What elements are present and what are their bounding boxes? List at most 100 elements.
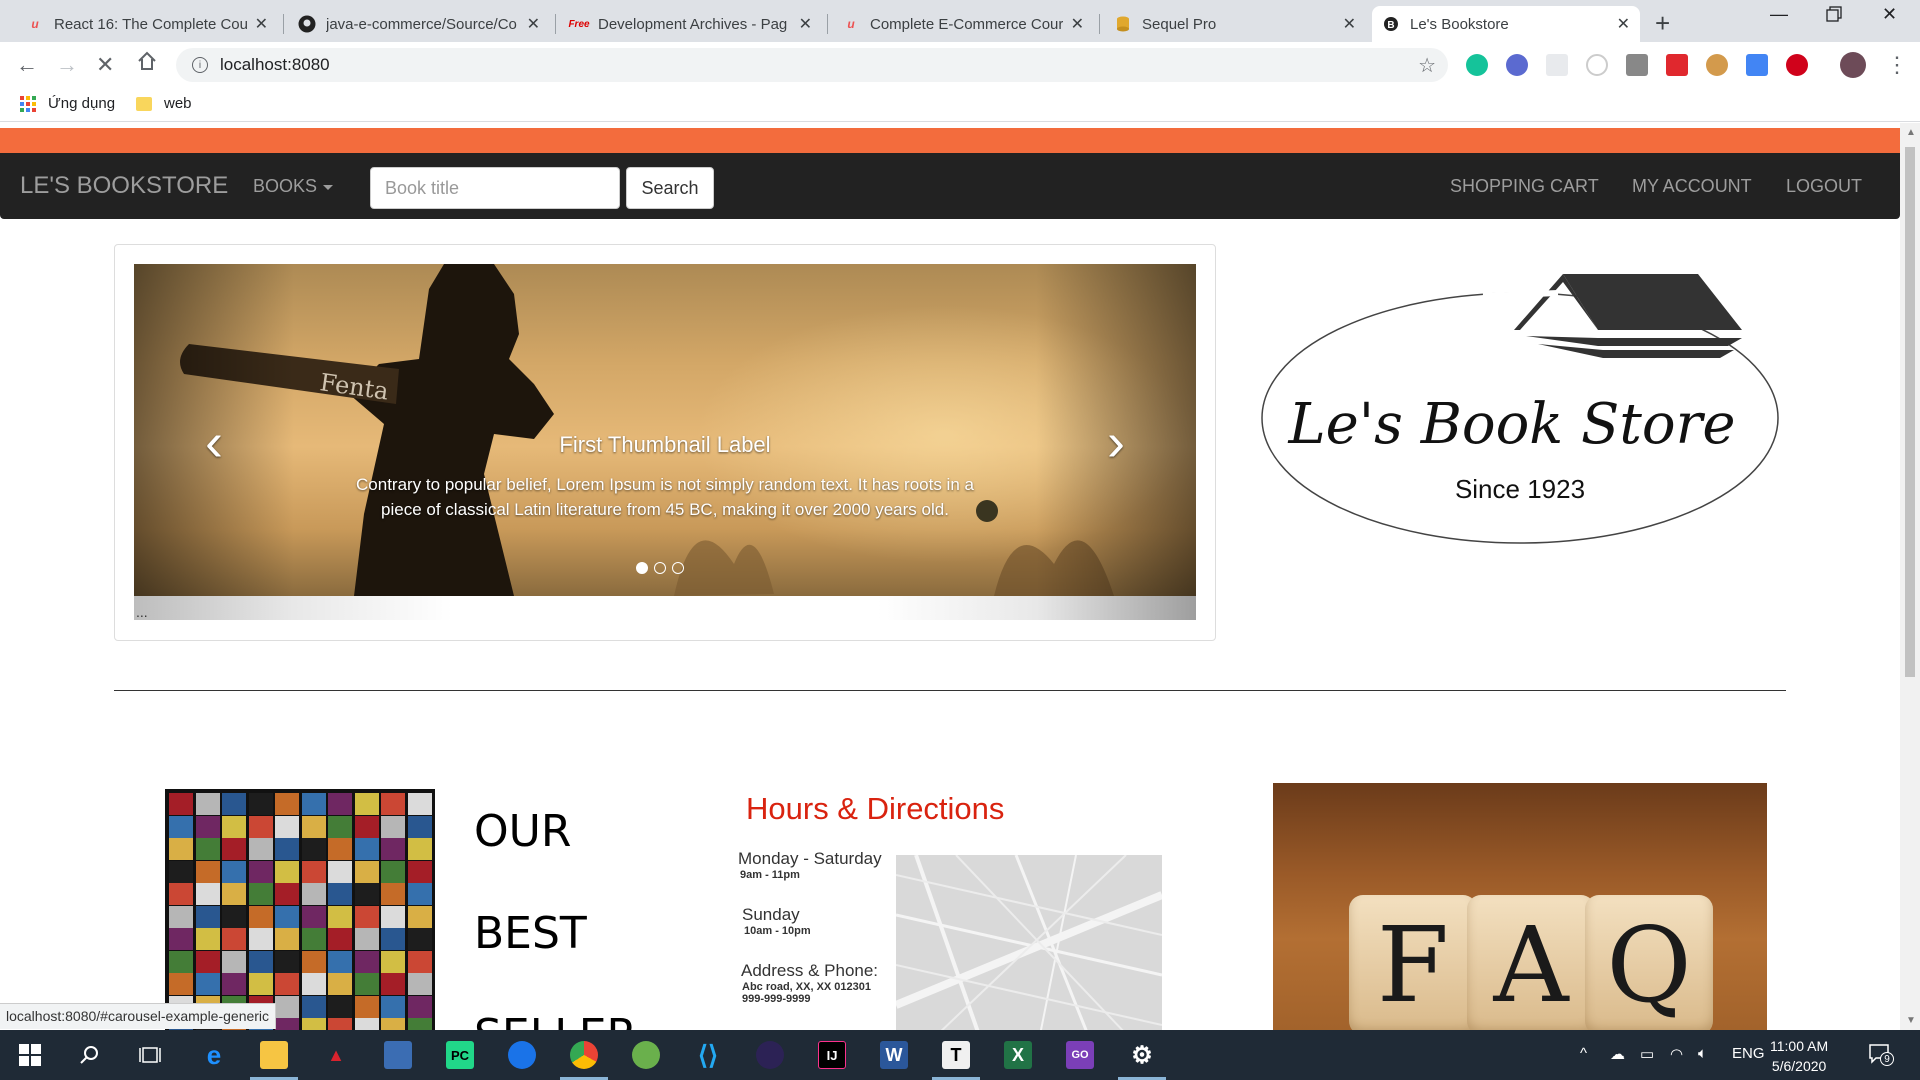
faq-image[interactable]: F A Q	[1273, 783, 1767, 1030]
notifications-icon[interactable]: 9	[1868, 1042, 1894, 1070]
carousel-prev-control[interactable]: ‹	[134, 264, 294, 620]
onedrive-cloud-icon[interactable]: ☁	[1610, 1045, 1625, 1063]
forward-icon[interactable]: →	[56, 52, 78, 78]
store-location-map[interactable]	[896, 855, 1162, 1030]
book-title-search-input[interactable]	[370, 167, 620, 209]
menu-kebab-icon[interactable]: ⋮	[1886, 52, 1908, 78]
back-icon[interactable]: ←	[16, 52, 38, 78]
green-app-icon[interactable]	[632, 1041, 660, 1069]
windows-start-icon[interactable]	[16, 1041, 44, 1069]
browser-tab-bar: u React 16: The Complete Cour ✕ java-e-c…	[0, 0, 1920, 42]
edge-icon[interactable]: e	[200, 1040, 228, 1070]
scrollbar-thumb[interactable]	[1905, 147, 1915, 677]
books-dropdown[interactable]: BOOKS	[253, 176, 334, 197]
new-tab-icon[interactable]: +	[1655, 8, 1670, 39]
intellij-icon[interactable]: IJ	[818, 1041, 846, 1069]
minimize-icon[interactable]: —	[1770, 4, 1788, 25]
extension-check-icon[interactable]	[1506, 54, 1528, 76]
restore-icon[interactable]	[1826, 6, 1842, 27]
book-cover-tile	[328, 815, 352, 838]
excel-icon[interactable]: X	[1004, 1041, 1032, 1069]
carousel-indicator[interactable]	[672, 562, 684, 574]
task-view-icon[interactable]	[136, 1041, 164, 1069]
stop-loading-icon[interactable]: ✕	[96, 52, 114, 78]
wifi-icon[interactable]: ◠	[1670, 1045, 1683, 1063]
tray-chevron-up-icon[interactable]: ^	[1580, 1045, 1587, 1062]
hours-directions-title: Hours & Directions	[746, 791, 1005, 826]
extension-blank-icon[interactable]	[1546, 54, 1568, 76]
book-cover-tile	[275, 973, 299, 995]
book-cover-tile	[248, 860, 273, 883]
extension-timer-icon[interactable]	[1586, 54, 1608, 76]
book-cover-tile	[328, 883, 352, 905]
bookmark-label: web	[164, 95, 192, 112]
pycharm-icon[interactable]: PC	[446, 1041, 474, 1069]
my-account-link[interactable]: MY ACCOUNT	[1632, 176, 1752, 197]
carousel-indicator[interactable]	[654, 562, 666, 574]
books-label: BOOKS	[253, 176, 318, 196]
search-icon[interactable]	[76, 1041, 104, 1069]
book-cover-tile	[222, 838, 246, 860]
tab-development[interactable]: Free Development Archives - Pag ✕	[560, 6, 822, 42]
close-window-icon[interactable]: ✕	[1882, 4, 1897, 25]
bookmark-apps[interactable]: Ứng dụng	[20, 95, 115, 112]
close-tab-icon[interactable]: ✕	[799, 14, 812, 34]
book-cover-tile	[195, 950, 220, 973]
close-tab-icon[interactable]: ✕	[1343, 14, 1356, 34]
close-tab-icon[interactable]: ✕	[255, 14, 268, 34]
bookmark-web[interactable]: web	[136, 95, 192, 112]
grammarly-icon[interactable]	[1466, 54, 1488, 76]
scroll-up-icon[interactable]: ▲	[1906, 127, 1916, 138]
carousel-next-control[interactable]: ›	[1036, 264, 1196, 620]
close-tab-icon[interactable]: ✕	[1071, 14, 1084, 34]
close-tab-icon[interactable]: ✕	[527, 14, 540, 34]
book-cover-tile	[222, 928, 246, 950]
sequel-icon	[1114, 15, 1132, 33]
eclipse-icon[interactable]	[756, 1041, 784, 1069]
page-scrollbar[interactable]: ▲ ▼	[1900, 123, 1920, 1030]
maps-pin-icon[interactable]	[508, 1041, 536, 1069]
brand-link[interactable]: LE'S BOOKSTORE	[20, 172, 228, 200]
adblock-icon[interactable]	[1786, 54, 1808, 76]
bookmark-star-icon[interactable]: ☆	[1418, 53, 1436, 78]
book-cover-tile	[248, 883, 273, 905]
typora-icon[interactable]: T	[942, 1041, 970, 1069]
mysql-workbench-icon[interactable]	[384, 1041, 412, 1069]
car-app-icon[interactable]: ▲	[322, 1041, 350, 1069]
book-cover-tile	[195, 973, 220, 995]
file-explorer-icon[interactable]	[260, 1041, 288, 1069]
tab-ecommerce[interactable]: u Complete E-Commerce Cour ✕	[832, 6, 1094, 42]
volume-icon[interactable]: 🔈︎	[1698, 1045, 1707, 1062]
carousel-indicator[interactable]	[636, 562, 648, 574]
search-button[interactable]: Search	[626, 167, 714, 209]
home-icon[interactable]	[136, 50, 158, 78]
book-cover-tile	[354, 838, 379, 860]
tab-github[interactable]: java-e-commerce/Source/Co ✕	[288, 6, 550, 42]
word-icon[interactable]: W	[880, 1041, 908, 1069]
settings-gear-icon[interactable]: ⚙	[1128, 1041, 1156, 1069]
tab-separator	[555, 14, 556, 34]
book-cover-tile	[222, 905, 246, 928]
shopping-cart-link[interactable]: SHOPPING CART	[1450, 176, 1599, 197]
logout-link[interactable]: LOGOUT	[1786, 176, 1862, 197]
address-url: localhost:8080	[220, 55, 330, 74]
address-bar[interactable]: i localhost:8080 ☆	[176, 48, 1448, 82]
extension-pin-icon[interactable]	[1666, 54, 1688, 76]
extension-gray-icon[interactable]	[1626, 54, 1648, 76]
cookie-icon[interactable]	[1706, 54, 1728, 76]
goland-icon[interactable]: GO	[1066, 1041, 1094, 1069]
taskbar-clock[interactable]: 11:00 AM 5/6/2020	[1770, 1036, 1828, 1076]
profile-avatar[interactable]	[1840, 52, 1866, 78]
translate-icon[interactable]	[1746, 54, 1768, 76]
chrome-icon[interactable]	[570, 1041, 598, 1069]
vscode-icon[interactable]: ⟨⟩	[694, 1040, 722, 1070]
tab-sequel-pro[interactable]: Sequel Pro ✕	[1104, 6, 1366, 42]
close-tab-icon[interactable]: ✕	[1617, 14, 1630, 34]
language-indicator[interactable]: ENG	[1732, 1045, 1765, 1062]
book-cover-tile	[275, 860, 299, 883]
scroll-down-icon[interactable]: ▼	[1906, 1015, 1916, 1026]
site-info-icon[interactable]: i	[192, 57, 208, 73]
tab-bookstore[interactable]: B Le's Bookstore ✕	[1372, 6, 1640, 42]
tab-react[interactable]: u React 16: The Complete Cour ✕	[16, 6, 278, 42]
battery-icon[interactable]: ▭	[1640, 1045, 1654, 1063]
